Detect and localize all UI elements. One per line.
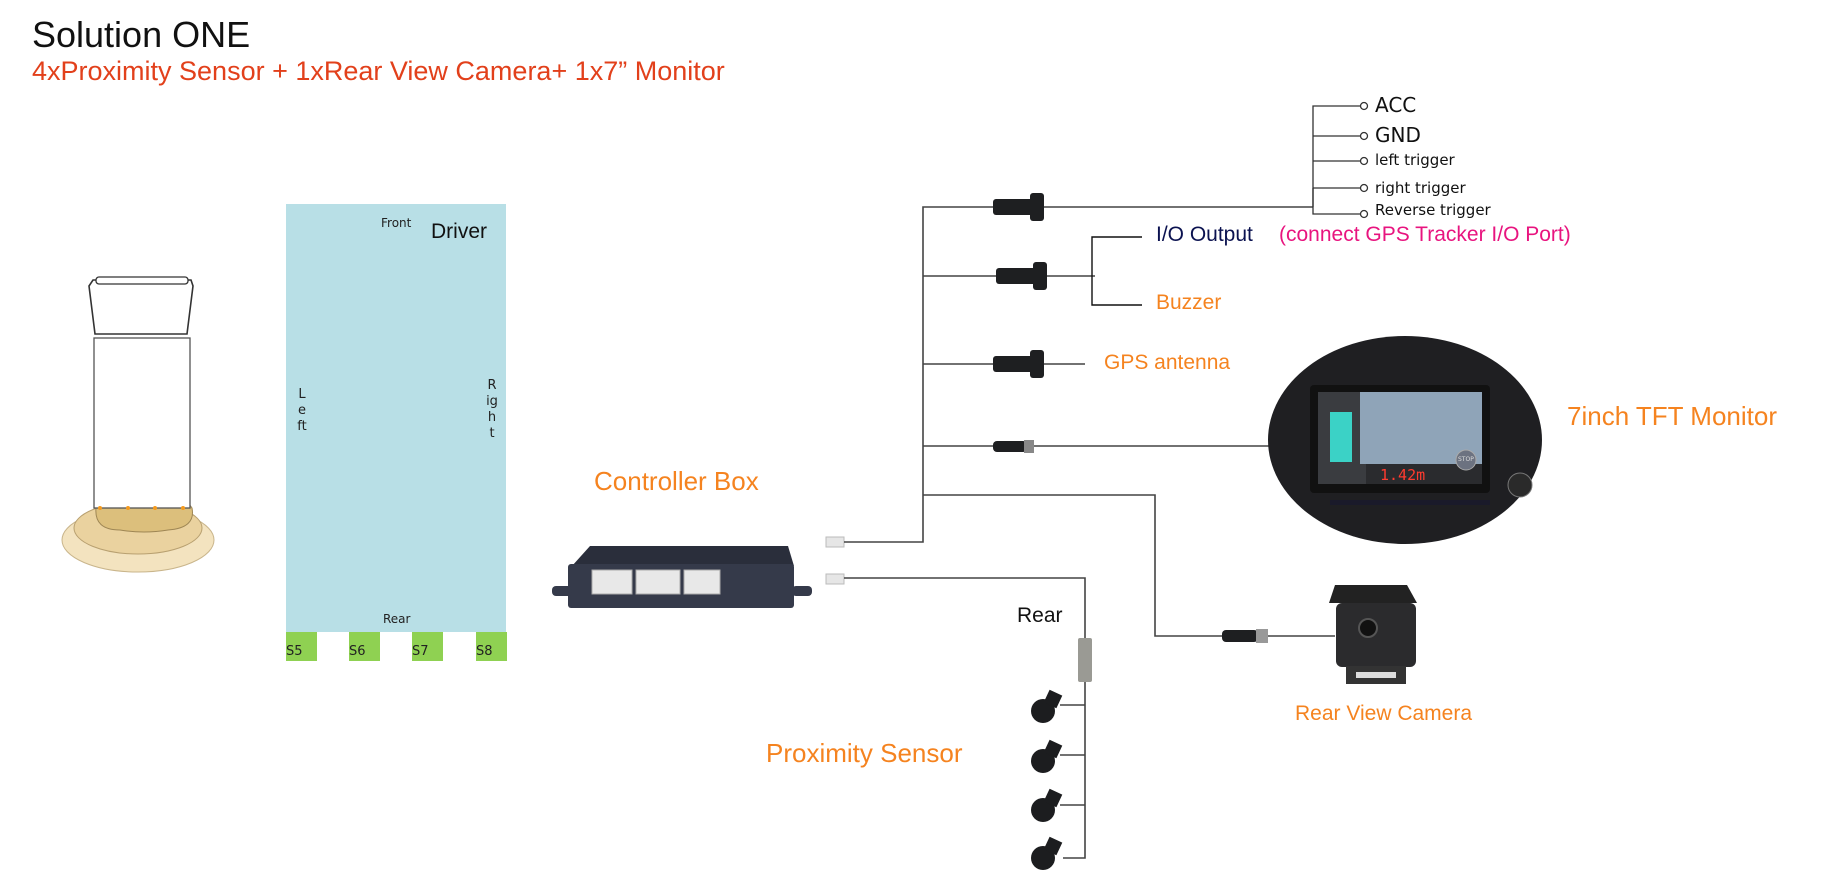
right-label: Right xyxy=(486,378,498,441)
connector-sensor-harness xyxy=(1078,638,1092,682)
proximity-sensor-label: Proximity Sensor xyxy=(766,738,963,768)
buzzer-label: Buzzer xyxy=(1156,291,1222,314)
connector-monitor xyxy=(993,440,1034,453)
monitor-label: 7inch TFT Monitor xyxy=(1567,401,1778,431)
terminal-gnd: GND xyxy=(1375,123,1421,147)
sensor-slot-s5: S5 xyxy=(286,632,317,661)
harness-plug-upper xyxy=(825,536,845,548)
monitor-vehicle-graphic xyxy=(1330,412,1352,462)
gps-antenna-label: GPS antenna xyxy=(1104,351,1231,374)
monitor-illustration xyxy=(1268,336,1542,544)
vehicle-layout-panel xyxy=(286,204,506,632)
connector-power xyxy=(993,193,1044,221)
rear-harness-label: Rear xyxy=(1017,604,1063,627)
power-terminal-bracket xyxy=(1312,101,1369,219)
sensor-slot-s8: S8 xyxy=(476,632,507,661)
rear-camera-illustration xyxy=(1329,585,1417,684)
proximity-sensor-icon xyxy=(1031,739,1063,773)
vehicle-body xyxy=(93,337,191,509)
driver-label: Driver xyxy=(431,220,487,243)
proximity-sensor-icon xyxy=(1031,689,1063,723)
rear-camera-label: Rear View Camera xyxy=(1295,702,1473,725)
harness-plug-lower xyxy=(825,573,845,585)
controller-box-illustration xyxy=(552,536,845,608)
proximity-sensor-illustrations xyxy=(1031,689,1063,870)
connector-camera xyxy=(1222,629,1268,643)
proximity-sensor-icon xyxy=(1031,836,1063,870)
controller-box-label: Controller Box xyxy=(594,466,759,496)
front-label: Front xyxy=(381,216,412,230)
stop-badge: STOP xyxy=(1458,456,1474,463)
terminal-acc: ACC xyxy=(1375,93,1417,117)
vehicle-sketch xyxy=(61,276,215,573)
sensor-slot-s7: S7 xyxy=(412,632,443,661)
io-output-note: (connect GPS Tracker I/O Port) xyxy=(1279,223,1571,246)
terminal-reverse-trigger: Reverse trigger xyxy=(1375,201,1491,219)
terminal-right-trigger: right trigger xyxy=(1375,179,1466,197)
left-label: Left xyxy=(297,387,307,434)
terminal-left-trigger: left trigger xyxy=(1375,151,1455,169)
vehicle-cab xyxy=(88,279,194,335)
proximity-sensor-icon xyxy=(1031,788,1063,822)
io-output-label: I/O Output xyxy=(1156,223,1253,246)
io-bracket xyxy=(1091,236,1142,306)
sensor-slot-s6: S6 xyxy=(349,632,380,661)
connector-io xyxy=(996,262,1047,290)
rear-side-label: Rear xyxy=(383,612,411,626)
distance-readout: 1.42m xyxy=(1380,466,1426,484)
connector-gps xyxy=(993,350,1044,378)
